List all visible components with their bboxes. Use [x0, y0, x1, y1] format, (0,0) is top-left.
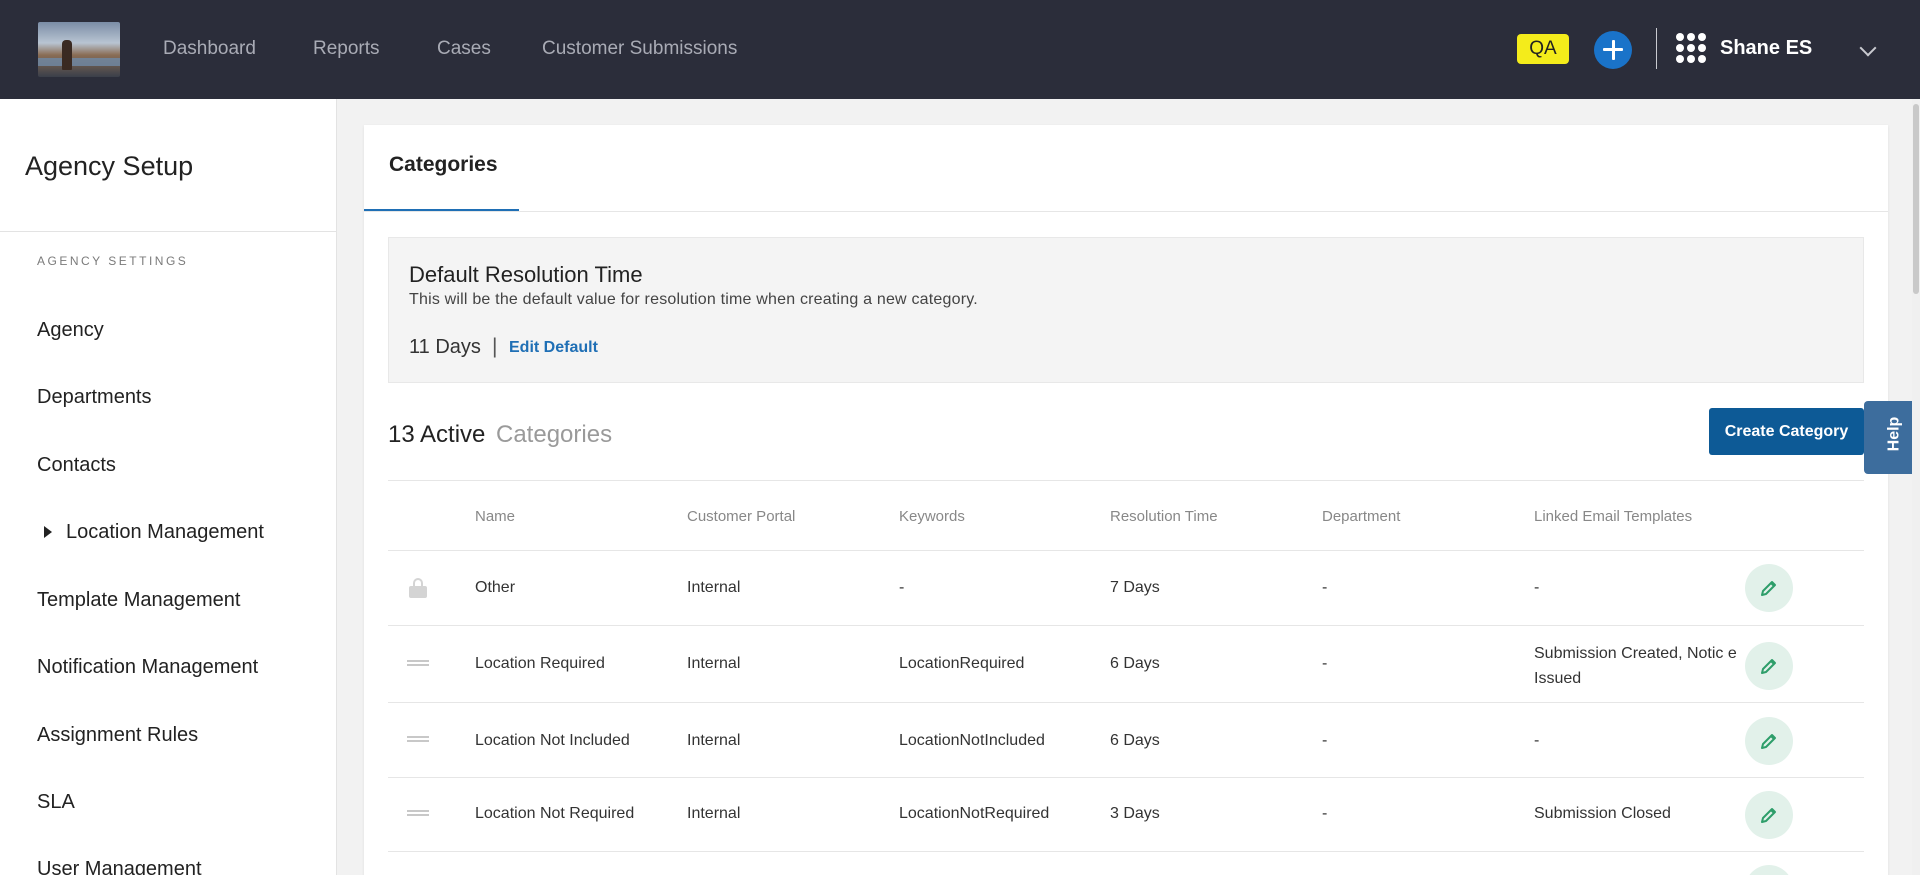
row-4-name: Location Not Required: [475, 805, 635, 822]
drag-handle-icon[interactable]: [407, 660, 429, 670]
pencil-icon: [1761, 808, 1776, 823]
column-header-customer-portal[interactable]: Customer Portal: [687, 508, 795, 525]
row-3-name: Location Not Included: [475, 732, 630, 749]
row-4-templates: Submission Closed: [1534, 805, 1671, 822]
table-row-divider: [388, 702, 1864, 703]
drag-handle-icon[interactable]: [407, 736, 429, 746]
row-3-templates: -: [1534, 732, 1540, 749]
default-resolution-title: Default Resolution Time: [409, 262, 643, 287]
row-1-portal: Internal: [687, 579, 741, 596]
page-scrollbar-thumb[interactable]: [1913, 104, 1919, 294]
user-name[interactable]: Shane ES: [1720, 37, 1812, 60]
edit-category-button[interactable]: [1745, 865, 1793, 875]
pencil-icon: [1761, 734, 1776, 749]
value-separator: |: [492, 335, 498, 358]
sidebar-item-template-management[interactable]: Template Management: [37, 589, 240, 612]
sidebar-item-agency[interactable]: Agency: [37, 319, 104, 342]
row-2-portal: Internal: [687, 655, 741, 672]
list-divider: [388, 480, 1864, 481]
nav-divider: [1656, 28, 1657, 69]
nav-link-reports[interactable]: Reports: [313, 38, 380, 60]
lock-icon: [409, 578, 427, 598]
apps-grid-icon[interactable]: [1676, 33, 1706, 63]
agency-logo[interactable]: [38, 22, 120, 77]
edit-category-button[interactable]: [1745, 791, 1793, 839]
sidebar-item-user-management[interactable]: User Management: [37, 858, 202, 875]
default-resolution-value: 11 Days: [409, 336, 481, 358]
pencil-icon: [1761, 581, 1776, 596]
row-3-keywords: LocationNotIncluded: [899, 732, 1045, 749]
row-3-resolution: 6 Days: [1110, 732, 1160, 749]
caret-right-icon[interactable]: [44, 526, 52, 538]
column-header-resolution-time[interactable]: Resolution Time: [1110, 508, 1218, 525]
table-header-divider: [388, 550, 1864, 551]
top-navigation-bar: Dashboard Reports Cases Customer Submiss…: [0, 0, 1920, 99]
sidebar-item-sla[interactable]: SLA: [37, 791, 75, 814]
column-header-department[interactable]: Department: [1322, 508, 1400, 525]
row-2-name: Location Required: [475, 655, 605, 672]
sidebar-item-contacts[interactable]: Contacts: [37, 454, 116, 477]
tab-categories[interactable]: Categories: [389, 153, 498, 177]
column-header-keywords[interactable]: Keywords: [899, 508, 965, 525]
row-4-resolution: 3 Days: [1110, 805, 1160, 822]
active-count-label: Categories: [496, 421, 613, 448]
nav-link-dashboard[interactable]: Dashboard: [163, 38, 256, 60]
environment-badge: QA: [1517, 34, 1569, 64]
row-4-keywords: LocationNotRequired: [899, 805, 1050, 822]
column-header-name[interactable]: Name: [475, 508, 515, 525]
row-1-department: -: [1322, 579, 1328, 596]
sidebar-divider: [0, 231, 337, 232]
row-2-keywords: LocationRequired: [899, 655, 1025, 672]
drag-handle-icon[interactable]: [407, 810, 429, 820]
column-header-linked-email-templates[interactable]: Linked Email Templates: [1534, 508, 1692, 525]
nav-link-cases[interactable]: Cases: [437, 38, 491, 60]
row-2-resolution: 6 Days: [1110, 655, 1160, 672]
row-3-department: -: [1322, 732, 1328, 749]
row-2-templates: Submission Created, Notic e Issued: [1534, 645, 1737, 687]
default-resolution-description: This will be the default value for resol…: [409, 291, 978, 308]
table-row-divider: [388, 777, 1864, 778]
active-count: 13 Active: [388, 421, 486, 448]
pencil-icon: [1761, 659, 1776, 674]
help-tab[interactable]: Help: [1864, 401, 1914, 474]
nav-link-customer-submissions[interactable]: Customer Submissions: [542, 38, 737, 60]
sidebar-item-notification-management[interactable]: Notification Management: [37, 656, 258, 679]
row-1-resolution: 7 Days: [1110, 579, 1160, 596]
sidebar: Agency Setup AGENCY SETTINGS Agency Depa…: [0, 99, 337, 875]
sidebar-item-assignment-rules[interactable]: Assignment Rules: [37, 724, 198, 747]
sidebar-title: Agency Setup: [25, 151, 194, 181]
row-1-keywords: -: [899, 579, 905, 596]
categories-panel: Categories Default Resolution Time This …: [364, 125, 1888, 875]
row-1-name: Other: [475, 579, 516, 596]
tab-divider: [364, 211, 1888, 212]
table-row-divider: [388, 851, 1864, 852]
create-category-button[interactable]: Create Category: [1709, 408, 1864, 455]
help-label: Help: [1885, 416, 1903, 452]
row-1-templates: -: [1534, 579, 1540, 596]
sidebar-section-label: AGENCY SETTINGS: [37, 254, 189, 268]
add-button[interactable]: [1594, 31, 1632, 69]
row-2-department: -: [1322, 655, 1328, 672]
edit-category-button[interactable]: [1745, 642, 1793, 690]
edit-category-button[interactable]: [1745, 564, 1793, 612]
row-3-portal: Internal: [687, 732, 741, 749]
default-resolution-panel: Default Resolution Time This will be the…: [388, 237, 1864, 383]
chevron-down-icon[interactable]: [1859, 39, 1877, 57]
edit-category-button[interactable]: [1745, 717, 1793, 765]
row-4-portal: Internal: [687, 805, 741, 822]
table-row-divider: [388, 625, 1864, 626]
sidebar-item-location-management[interactable]: Location Management: [66, 521, 264, 544]
edit-default-link[interactable]: Edit Default: [509, 339, 598, 357]
row-4-department: -: [1322, 805, 1328, 822]
sidebar-item-departments[interactable]: Departments: [37, 386, 152, 409]
